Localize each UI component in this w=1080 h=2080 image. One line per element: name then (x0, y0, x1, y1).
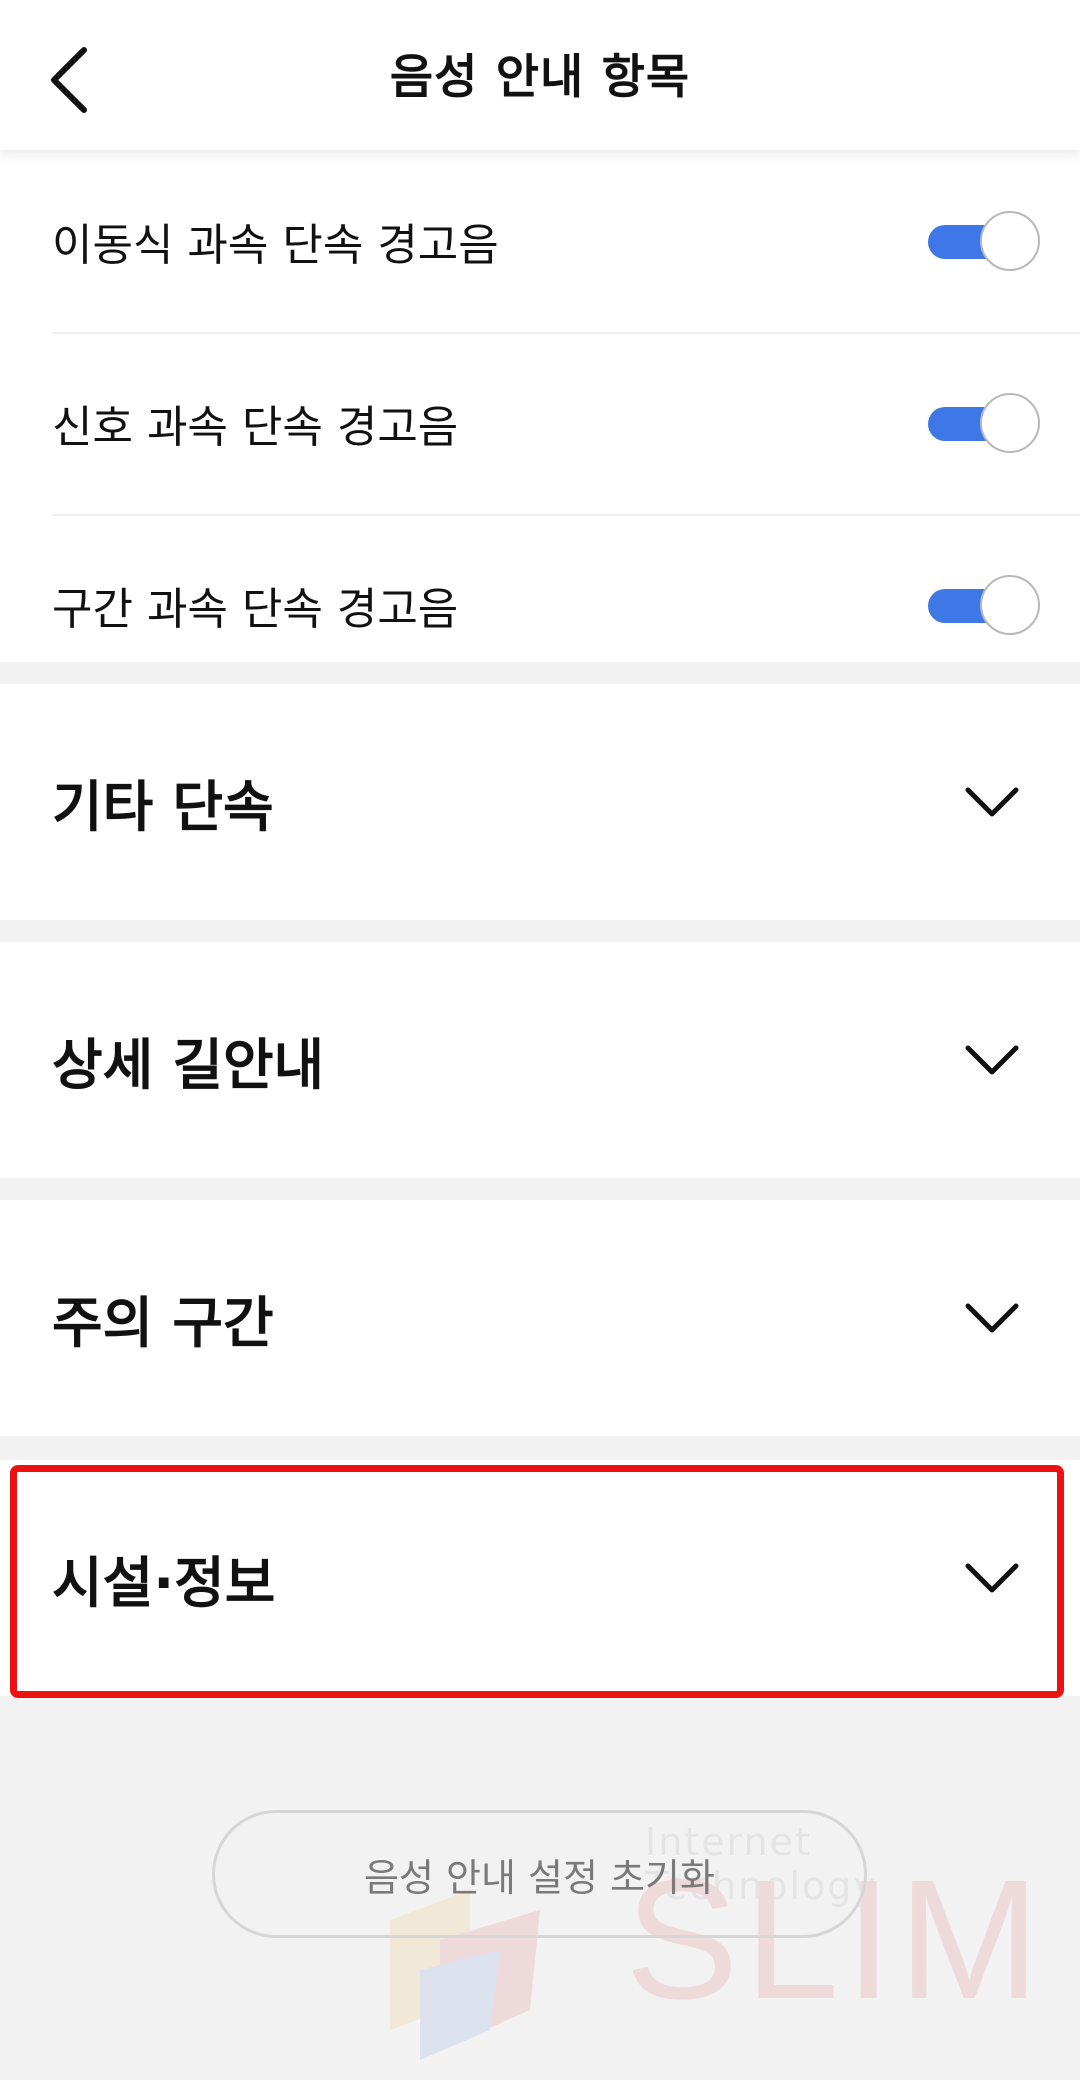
section-title: 주의 구간 (52, 1291, 274, 1355)
setting-row-section-speed-camera: 구간 과속 단속 경고음 (52, 514, 1080, 696)
toggle-switch[interactable] (928, 575, 1040, 635)
setting-label: 신호 과속 단속 경고음 (52, 402, 459, 453)
setting-label: 구간 과속 단속 경고음 (52, 584, 459, 635)
highlight-box (10, 1465, 1064, 1698)
toggle-knob (980, 393, 1040, 453)
toggle-switch[interactable] (928, 211, 1040, 271)
chevron-down-icon (965, 787, 1019, 817)
app-header: 음성 안내 항목 (0, 0, 1080, 150)
toggle-knob (980, 575, 1040, 635)
toggle-switch[interactable] (928, 393, 1040, 453)
toggle-knob (980, 211, 1040, 271)
setting-row-mobile-speed-camera: 이동식 과속 단속 경고음 (52, 150, 1080, 334)
speed-warning-settings: 이동식 과속 단속 경고음 신호 과속 단속 경고음 구간 과속 단속 경고음 (0, 150, 1080, 662)
page-title: 음성 안내 항목 (389, 50, 691, 105)
setting-label: 이동식 과속 단속 경고음 (52, 220, 499, 271)
section-title: 기타 단속 (52, 775, 274, 839)
setting-row-signal-speed-camera: 신호 과속 단속 경고음 (52, 332, 1080, 516)
chevron-down-icon (965, 1303, 1019, 1333)
section-title: 상세 길안내 (52, 1033, 325, 1097)
chevron-down-icon (965, 1045, 1019, 1075)
reset-voice-settings-button[interactable]: 음성 안내 설정 초기화 (212, 1810, 867, 1938)
section-other-enforcement[interactable]: 기타 단속 (0, 684, 1080, 920)
section-caution-zone[interactable]: 주의 구간 (0, 1200, 1080, 1436)
section-detailed-guidance[interactable]: 상세 길안내 (0, 942, 1080, 1178)
